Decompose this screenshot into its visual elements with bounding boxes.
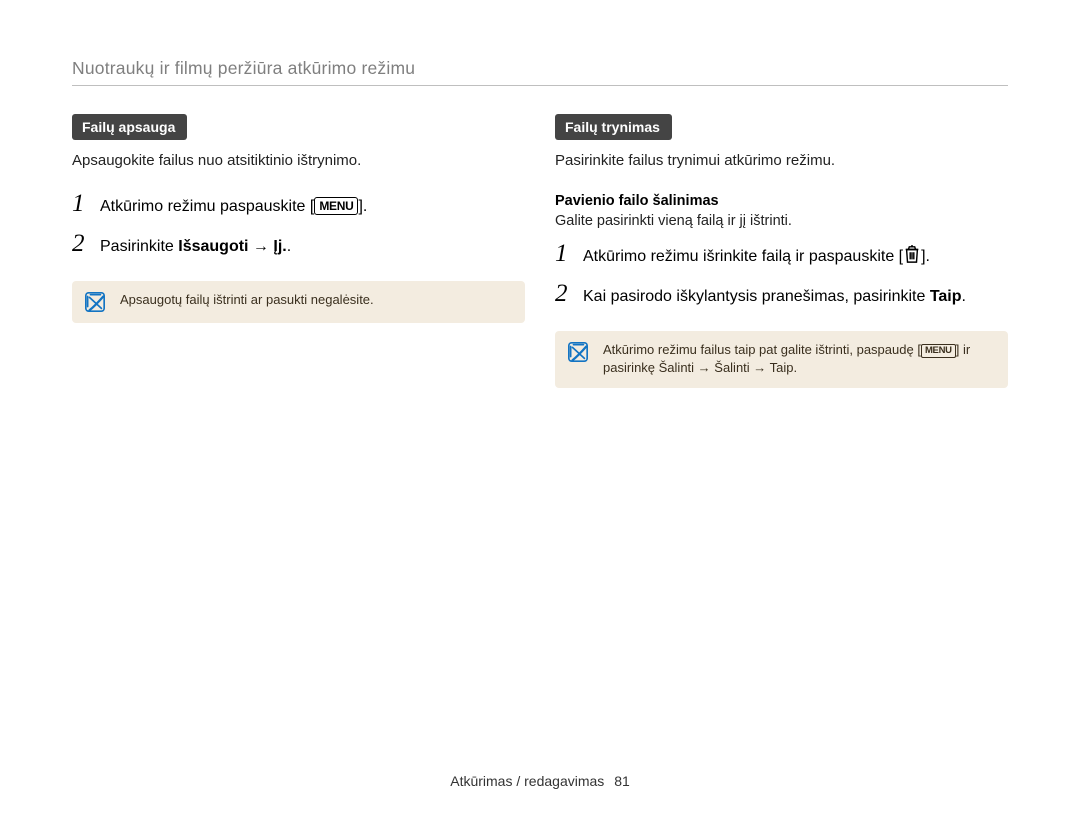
step-text: Pasirinkite Išsaugoti → Įj.. bbox=[100, 235, 291, 259]
section-tag-protect: Failų apsauga bbox=[72, 114, 187, 140]
note-text: Apsaugotų failų ištrinti ar pasukti nega… bbox=[120, 291, 374, 313]
divider bbox=[72, 85, 1008, 86]
step-number: 2 bbox=[72, 231, 100, 256]
step-number: 1 bbox=[555, 241, 583, 266]
step-2: 2 Kai pasirodo iškylantysis pranešimas, … bbox=[555, 281, 1008, 309]
menu-icon: MENU bbox=[314, 197, 358, 215]
step-text: Atkūrimo režimu paspauskite [MENU]. bbox=[100, 195, 367, 219]
delete-subhead: Pavienio failo šalinimas bbox=[555, 193, 1008, 209]
step-text: Atkūrimo režimu išrinkite failą ir paspa… bbox=[583, 244, 930, 269]
left-column: Failų apsauga Apsaugokite failus nuo ats… bbox=[72, 114, 525, 388]
note-text: Atkūrimo režimu failus taip pat galite i… bbox=[603, 341, 994, 379]
right-column: Failų trynimas Pasirinkite failus trynim… bbox=[555, 114, 1008, 388]
page-title: Nuotraukų ir filmų peržiūra atkūrimo rež… bbox=[72, 58, 1008, 79]
trash-icon bbox=[903, 244, 921, 264]
delete-steps: 1 Atkūrimo režimu išrinkite failą ir pas… bbox=[555, 241, 1008, 309]
section-tag-delete: Failų trynimas bbox=[555, 114, 672, 140]
note-box: Atkūrimo režimu failus taip pat galite i… bbox=[555, 331, 1008, 389]
step-text: Kai pasirodo iškylantysis pranešimas, pa… bbox=[583, 285, 966, 309]
note-box: Apsaugotų failų ištrinti ar pasukti nega… bbox=[72, 281, 525, 323]
protect-steps: 1 Atkūrimo režimu paspauskite [MENU]. 2 … bbox=[72, 191, 525, 259]
page-footer: Atkūrimas / redagavimas 81 bbox=[0, 773, 1080, 789]
step-1: 1 Atkūrimo režimu paspauskite [MENU]. bbox=[72, 191, 525, 219]
menu-icon: MENU bbox=[921, 344, 956, 358]
delete-lead: Pasirinkite failus trynimui atkūrimo rež… bbox=[555, 150, 1008, 173]
note-icon bbox=[567, 341, 589, 363]
content-columns: Failų apsauga Apsaugokite failus nuo ats… bbox=[72, 114, 1008, 388]
step-number: 1 bbox=[72, 191, 100, 216]
page-number: 81 bbox=[614, 773, 630, 789]
step-number: 2 bbox=[555, 281, 583, 306]
footer-section: Atkūrimas / redagavimas bbox=[450, 773, 604, 789]
delete-subtext: Galite pasirinkti vieną failą ir jį ištr… bbox=[555, 213, 1008, 229]
protect-lead: Apsaugokite failus nuo atsitiktinio ištr… bbox=[72, 150, 525, 173]
manual-page: Nuotraukų ir filmų peržiūra atkūrimo rež… bbox=[0, 0, 1080, 815]
step-2: 2 Pasirinkite Išsaugoti → Įj.. bbox=[72, 231, 525, 259]
step-1: 1 Atkūrimo režimu išrinkite failą ir pas… bbox=[555, 241, 1008, 269]
note-icon bbox=[84, 291, 106, 313]
